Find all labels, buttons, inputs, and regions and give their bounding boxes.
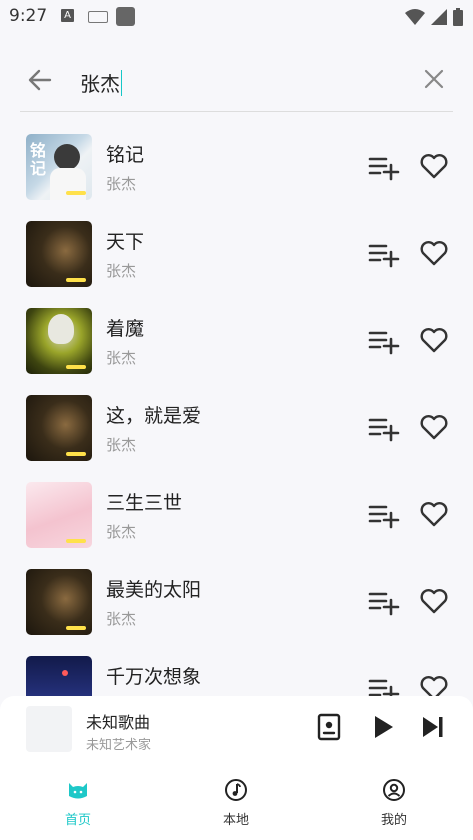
tab-mine[interactable]: 我的 (354, 778, 434, 828)
mini-player[interactable]: 未知歌曲 未知艺术家 (0, 696, 473, 766)
bottom-tab-bar: 首页 本地 我的 (0, 766, 473, 840)
heart-icon[interactable] (418, 237, 450, 269)
song-artist: 张杰 (106, 436, 137, 454)
playlist-add-icon[interactable] (368, 240, 400, 268)
status-time: 9:27 (9, 6, 48, 26)
playlist-icon[interactable] (314, 712, 344, 742)
song-artist: 张杰 (106, 262, 137, 280)
heart-icon[interactable] (418, 498, 450, 530)
search-query: 张杰 (80, 72, 120, 96)
cover-accent-bar (66, 539, 86, 543)
song-title: 三生三世 (106, 492, 183, 514)
song-title: 铭记 (106, 144, 145, 166)
tab-local[interactable]: 本地 (196, 778, 276, 828)
song-row[interactable]: 最美的太阳 张杰 (0, 561, 473, 641)
back-arrow-icon[interactable] (22, 62, 58, 98)
song-row[interactable]: 着魔 张杰 (0, 300, 473, 380)
song-title: 这，就是爱 (106, 405, 202, 427)
album-cover (26, 482, 92, 548)
heart-icon[interactable] (418, 150, 450, 182)
profile-icon (383, 779, 405, 801)
skip-next-icon[interactable] (418, 712, 448, 742)
cover-accent-bar (66, 626, 86, 630)
signal-icon (431, 9, 447, 25)
song-artist: 张杰 (106, 523, 137, 541)
playlist-add-icon[interactable] (368, 327, 400, 355)
cover-accent-bar (66, 278, 86, 282)
player-cover (26, 706, 72, 752)
song-title: 最美的太阳 (106, 579, 202, 601)
search-input[interactable]: 张杰 (80, 68, 122, 97)
album-cover (26, 308, 92, 374)
playlist-add-icon[interactable] (368, 501, 400, 529)
song-row[interactable]: 这，就是爱 张杰 (0, 387, 473, 467)
playlist-add-icon[interactable] (368, 588, 400, 616)
tab-home[interactable]: 首页 (38, 778, 118, 828)
status-bar: 9:27 A (0, 0, 473, 34)
heart-icon[interactable] (418, 585, 450, 617)
cover-accent-bar (66, 452, 86, 456)
cover-title-text: 铭记 (30, 141, 47, 178)
song-row[interactable]: 铭记 铭记 张杰 (0, 126, 473, 206)
song-row[interactable]: 天下 张杰 (0, 213, 473, 293)
tab-mine-label: 我的 (380, 813, 407, 828)
song-title: 千万次想象 (106, 666, 202, 688)
player-song-title: 未知歌曲 (86, 713, 151, 732)
status-indicators (405, 8, 463, 26)
text-caret (121, 70, 122, 96)
album-cover (26, 569, 92, 635)
search-bar: 张杰 (0, 34, 473, 112)
album-cover: 铭记 (26, 134, 92, 200)
search-divider (20, 111, 453, 112)
play-icon[interactable] (368, 712, 398, 742)
battery-icon (453, 8, 463, 26)
notification-square-icon (116, 7, 135, 26)
tab-home-label: 首页 (64, 813, 91, 828)
song-artist: 张杰 (106, 175, 137, 193)
close-icon[interactable] (419, 64, 449, 94)
cover-accent-bar (66, 365, 86, 369)
song-title: 着魔 (106, 318, 145, 340)
heart-icon[interactable] (418, 411, 450, 443)
cat-icon (69, 783, 87, 799)
song-row[interactable]: 三生三世 张杰 (0, 474, 473, 554)
wifi-icon (405, 9, 425, 25)
song-artist: 张杰 (106, 610, 137, 628)
heart-icon[interactable] (418, 324, 450, 356)
cover-accent-bar (66, 191, 86, 195)
music-note-icon (225, 779, 247, 801)
song-artist: 张杰 (106, 349, 137, 367)
playlist-add-icon[interactable] (368, 153, 400, 181)
keyboard-icon (88, 11, 108, 23)
song-title: 天下 (106, 231, 145, 253)
tab-local-label: 本地 (222, 813, 249, 828)
album-cover (26, 395, 92, 461)
player-artist: 未知艺术家 (86, 738, 152, 753)
notification-a-icon: A (61, 9, 74, 22)
playlist-add-icon[interactable] (368, 414, 400, 442)
album-cover (26, 221, 92, 287)
